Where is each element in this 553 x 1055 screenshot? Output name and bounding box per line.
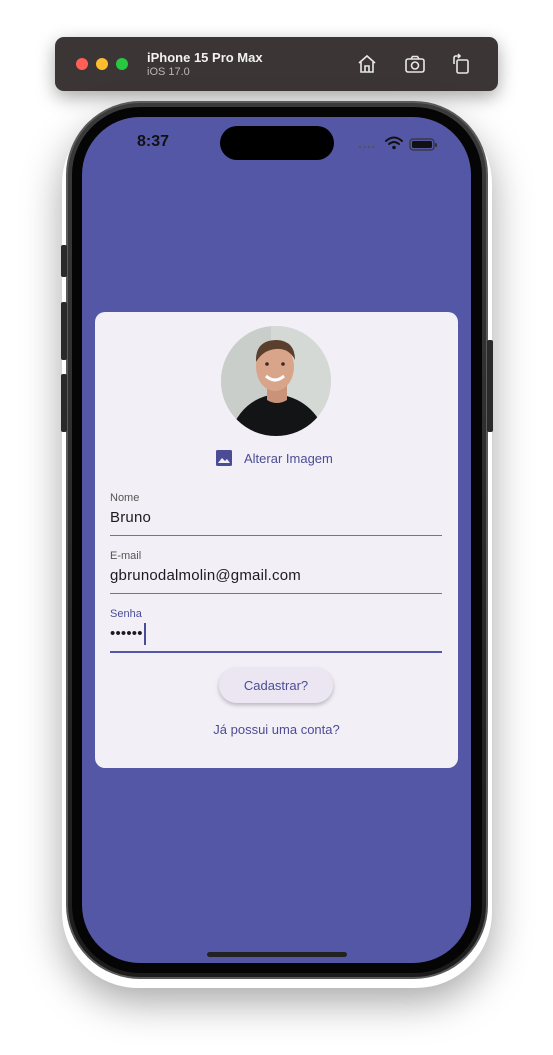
action-button xyxy=(61,245,67,277)
battery-icon xyxy=(409,138,437,151)
password-input[interactable]: •••••• xyxy=(110,623,442,645)
name-input[interactable]: Bruno xyxy=(110,507,442,529)
status-time: 8:37 xyxy=(137,133,170,150)
signal-icon xyxy=(358,145,375,149)
zoom-window-button[interactable] xyxy=(116,58,128,70)
email-underline xyxy=(110,593,442,594)
password-underline xyxy=(110,651,442,653)
change-image-label: Alterar Imagem xyxy=(244,450,333,466)
rotate-button[interactable] xyxy=(449,52,473,76)
os-version: iOS 17.0 xyxy=(147,66,190,78)
register-button[interactable]: Cadastrar? xyxy=(219,668,333,703)
change-image-button[interactable]: Alterar Imagem xyxy=(215,448,333,468)
dynamic-island xyxy=(220,126,334,160)
register-card: Alterar Imagem Nome Bruno E-mail gbrunod… xyxy=(95,312,458,768)
rotate-icon xyxy=(453,53,469,74)
name-field[interactable]: Nome Bruno xyxy=(110,492,442,536)
screenshot-icon xyxy=(405,55,425,73)
volume-down-button xyxy=(61,374,67,432)
text-caret xyxy=(143,623,146,645)
status-icons xyxy=(358,136,437,151)
profile-avatar[interactable] xyxy=(221,326,331,436)
device-name: iPhone 15 Pro Max xyxy=(147,50,263,65)
volume-up-button xyxy=(61,302,67,360)
image-icon xyxy=(216,450,232,466)
phone-screen: 8:37 Alterar Imagem Nome Bruno E-mail gb… xyxy=(82,117,471,963)
screenshot-button[interactable] xyxy=(403,52,427,76)
simulator-toolbar: iPhone 15 Pro Max iOS 17.0 xyxy=(55,37,498,91)
home-icon xyxy=(358,54,376,73)
wifi-icon xyxy=(385,136,403,145)
email-label: E-mail xyxy=(110,550,142,562)
home-indicator[interactable] xyxy=(207,952,347,957)
profile-photo xyxy=(221,326,331,436)
password-dots: •••••• xyxy=(110,625,143,642)
power-button xyxy=(487,340,493,432)
minimize-window-button[interactable] xyxy=(96,58,108,70)
name-label: Nome xyxy=(110,492,140,504)
close-window-button[interactable] xyxy=(76,58,88,70)
name-underline xyxy=(110,535,442,536)
password-field[interactable]: Senha •••••• xyxy=(110,608,442,653)
password-label: Senha xyxy=(110,608,142,620)
email-input[interactable]: gbrunodalmolin@gmail.com xyxy=(110,565,442,587)
simulator-stage: iPhone 15 Pro Max iOS 17.0 8:37 Alterar … xyxy=(0,0,553,1055)
home-button[interactable] xyxy=(355,52,379,76)
login-link[interactable]: Já possui uma conta? xyxy=(95,722,458,737)
email-field[interactable]: E-mail gbrunodalmolin@gmail.com xyxy=(110,550,442,594)
